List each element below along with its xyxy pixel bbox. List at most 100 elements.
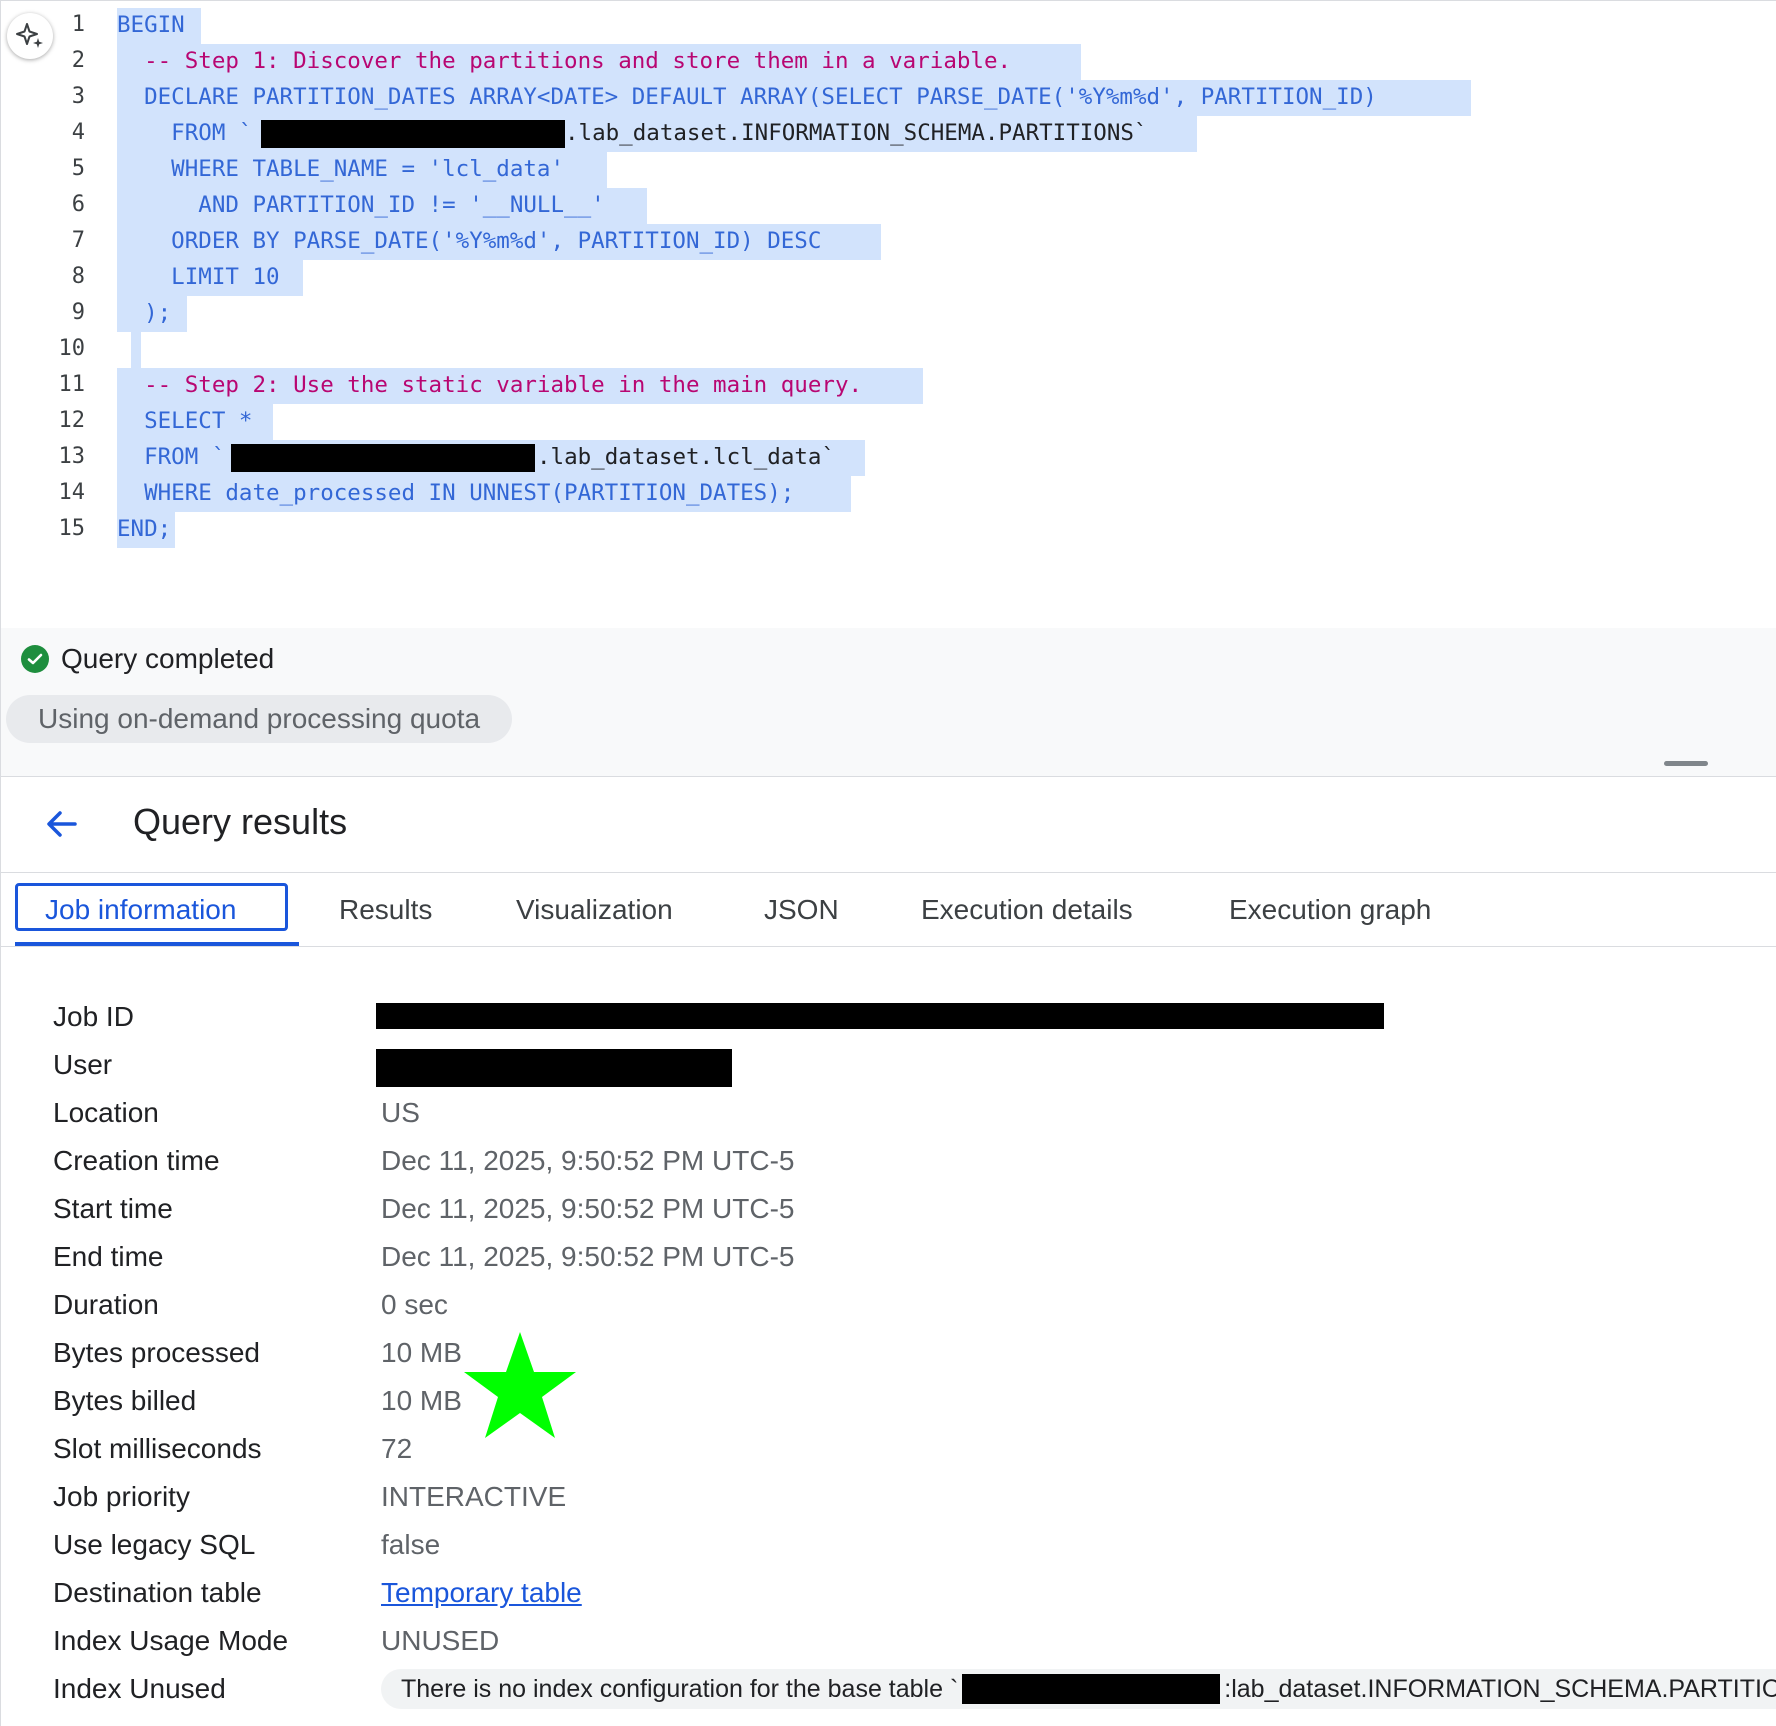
- line-number: 12: [58, 408, 86, 433]
- code-line: 10: [1, 332, 1776, 368]
- code-text: LIMIT 10: [117, 264, 280, 290]
- code-line: 11 -- Step 2: Use the static variable in…: [1, 368, 1776, 404]
- line-number: 1: [71, 12, 85, 37]
- code-text: BEGIN: [117, 12, 185, 38]
- info-row: Job ID: [1, 997, 1776, 1045]
- tab-execution-graph[interactable]: Execution graph: [1229, 873, 1431, 946]
- line-number: 7: [71, 228, 85, 253]
- info-row: Use legacy SQL false: [1, 1525, 1776, 1573]
- temporary-table-link[interactable]: Temporary table: [381, 1573, 582, 1613]
- line-number: 14: [58, 480, 86, 505]
- code-text: FROM `: [117, 444, 226, 470]
- sql-editor[interactable]: 1 BEGIN 2 -- Step 1: Discover the partit…: [0, 0, 1776, 629]
- check-circle-icon: [21, 645, 49, 673]
- info-value: false: [381, 1529, 441, 1560]
- job-information-list: Job ID User Location US Creation time De…: [1, 997, 1776, 1717]
- info-row: Bytes billed 10 MB: [1, 1381, 1776, 1429]
- info-label: Destination table: [53, 1577, 262, 1608]
- line-number: 8: [71, 264, 85, 289]
- line-number: 6: [71, 192, 85, 217]
- code-text: ORDER BY PARSE_DATE('%Y%m%d', PARTITION_…: [117, 228, 822, 254]
- code-comment: -- Step 2: Use the static variable in th…: [117, 372, 863, 398]
- info-label: Use legacy SQL: [53, 1529, 256, 1560]
- results-header: Query results: [1, 777, 1776, 873]
- code-lines: 1 BEGIN 2 -- Step 1: Discover the partit…: [1, 8, 1776, 548]
- code-text: DECLARE PARTITION_DATES ARRAY<DATE> DEFA…: [117, 84, 1377, 110]
- code-line: 13 FROM ` .lab_dataset.lcl_data`: [1, 440, 1776, 476]
- info-row: Destination table Temporary table: [1, 1573, 1776, 1621]
- info-label: Index Unused: [53, 1673, 226, 1704]
- info-value: INTERACTIVE: [381, 1481, 567, 1512]
- code-line: 14 WHERE date_processed IN UNNEST(PARTIT…: [1, 476, 1776, 512]
- line-number: 3: [71, 84, 85, 109]
- line-number: 13: [58, 444, 86, 469]
- info-label: Job priority: [53, 1481, 190, 1512]
- line-number: 9: [71, 300, 85, 325]
- info-value: US: [381, 1097, 420, 1128]
- info-row: Job priority INTERACTIVE: [1, 1477, 1776, 1525]
- code-line: 12 SELECT *: [1, 404, 1776, 440]
- resize-handle[interactable]: [1664, 761, 1708, 766]
- info-row: End time Dec 11, 2025, 9:50:52 PM UTC-5: [1, 1237, 1776, 1285]
- code-text: FROM `: [117, 120, 253, 146]
- info-row: Index Usage Mode UNUSED: [1, 1621, 1776, 1669]
- info-label: Creation time: [53, 1145, 220, 1176]
- line-number: 15: [58, 516, 86, 541]
- query-results-panel: Query results Job information Results Vi…: [0, 776, 1776, 1726]
- info-value: Dec 11, 2025, 9:50:52 PM UTC-5: [381, 1241, 795, 1272]
- code-text: SELECT *: [117, 408, 253, 434]
- code-text: AND PARTITION_ID != '__NULL__': [117, 192, 605, 218]
- code-text: .lab_dataset.lcl_data`: [537, 444, 836, 470]
- quota-chip[interactable]: Using on-demand processing quota: [6, 695, 513, 743]
- info-label: Job ID: [53, 1001, 134, 1032]
- info-label: End time: [53, 1241, 164, 1272]
- tab-job-information[interactable]: Job information: [45, 873, 236, 946]
- code-text: WHERE date_processed IN UNNEST(PARTITION…: [117, 480, 795, 506]
- info-label: Location: [53, 1097, 159, 1128]
- index-unused-text: There is no index configuration for the …: [401, 1675, 959, 1703]
- info-label: Bytes billed: [53, 1385, 197, 1416]
- info-value: UNUSED: [381, 1625, 500, 1656]
- info-row: Slot milliseconds 72: [1, 1429, 1776, 1477]
- info-row: Creation time Dec 11, 2025, 9:50:52 PM U…: [1, 1141, 1776, 1189]
- info-row: Location US: [1, 1093, 1776, 1141]
- line-number: 11: [58, 372, 86, 397]
- redacted-job-id: [376, 1003, 1384, 1029]
- status-message: Query completed: [61, 643, 275, 674]
- code-line: 3 DECLARE PARTITION_DATES ARRAY<DATE> DE…: [1, 80, 1776, 116]
- query-status-bar: Query completed Using on-demand processi…: [0, 628, 1776, 776]
- results-tabs: Job information Results Visualization JS…: [1, 873, 1776, 947]
- info-row: Bytes processed 10 MB: [1, 1333, 1776, 1381]
- info-row: Start time Dec 11, 2025, 9:50:52 PM UTC-…: [1, 1189, 1776, 1237]
- redacted-project-id: [231, 444, 535, 472]
- code-line: 5 WHERE TABLE_NAME = 'lcl_data': [1, 152, 1776, 188]
- tab-results[interactable]: Results: [339, 873, 432, 946]
- code-line: 4 FROM ` .lab_dataset.INFORMATION_SCHEMA…: [1, 116, 1776, 152]
- star-icon: [464, 1332, 576, 1438]
- info-row: User: [1, 1045, 1776, 1093]
- code-text: WHERE TABLE_NAME = 'lcl_data': [117, 156, 565, 182]
- redacted-project-id: [962, 1674, 1221, 1704]
- redacted-project-id: [261, 120, 565, 148]
- line-number: 4: [71, 120, 85, 145]
- info-value: Dec 11, 2025, 9:50:52 PM UTC-5: [381, 1193, 795, 1224]
- code-line: 1 BEGIN: [1, 8, 1776, 44]
- line-number: 5: [71, 156, 85, 181]
- info-label: Index Usage Mode: [53, 1625, 289, 1656]
- info-label: Duration: [53, 1289, 159, 1320]
- code-line: 9 );: [1, 296, 1776, 332]
- tab-visualization[interactable]: Visualization: [516, 873, 673, 946]
- tab-execution-details[interactable]: Execution details: [921, 873, 1133, 946]
- info-label: User: [53, 1049, 113, 1080]
- back-arrow-icon[interactable]: [41, 803, 83, 845]
- code-text: );: [117, 300, 172, 326]
- info-value: 0 sec: [381, 1289, 448, 1320]
- code-text: END;: [117, 516, 172, 542]
- code-line: 7 ORDER BY PARSE_DATE('%Y%m%d', PARTITIO…: [1, 224, 1776, 260]
- info-value: Dec 11, 2025, 9:50:52 PM UTC-5: [381, 1145, 795, 1176]
- code-line: 2 -- Step 1: Discover the partitions and…: [1, 44, 1776, 80]
- index-unused-text-suffix: :lab_dataset.INFORMATION_SCHEMA.PARTITIO…: [1224, 1675, 1776, 1703]
- tab-json[interactable]: JSON: [764, 873, 839, 946]
- line-number: 2: [71, 48, 85, 73]
- info-label: Start time: [53, 1193, 173, 1224]
